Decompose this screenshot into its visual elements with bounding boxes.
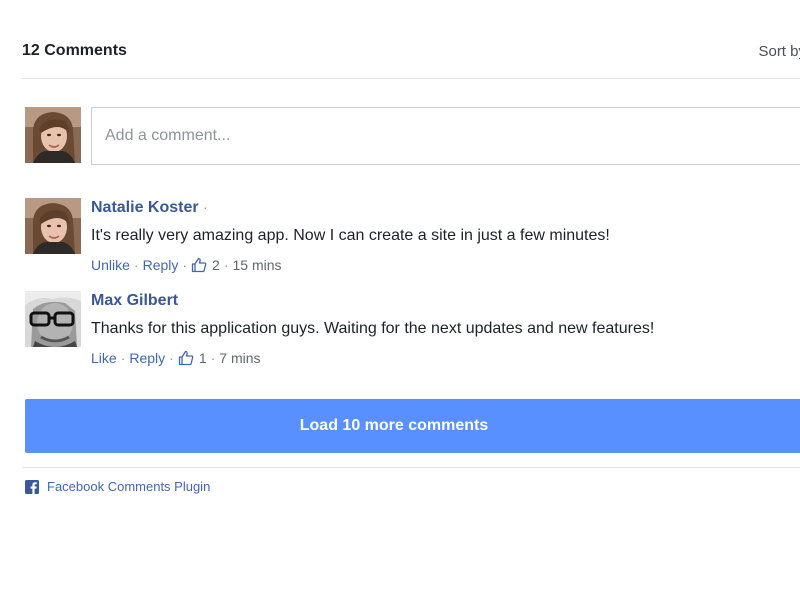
action-separator: · xyxy=(182,257,188,273)
divider xyxy=(22,467,800,468)
comment-actions: Like · Reply · 1 · 7 mins xyxy=(91,349,800,370)
comment-count: 12 Comments xyxy=(22,42,127,59)
action-separator: · xyxy=(223,257,229,273)
comment-text: It's really very amazing app. Now I can … xyxy=(91,227,610,244)
comment-text: Thanks for this application guys. Waitin… xyxy=(91,320,655,337)
comment-input[interactable] xyxy=(92,108,800,164)
load-more-button[interactable]: Load 10 more comments xyxy=(25,399,800,453)
thumbs-up-icon[interactable] xyxy=(178,350,194,370)
action-separator: · xyxy=(210,350,216,366)
sort-dropdown[interactable]: Sort by xyxy=(758,43,800,60)
divider xyxy=(22,78,800,79)
composer-avatar xyxy=(25,107,81,163)
plugin-footer[interactable]: Facebook Comments Plugin xyxy=(25,479,210,494)
comment-author[interactable]: Max Gilbert xyxy=(91,292,178,309)
reply-link[interactable]: Reply xyxy=(129,350,165,366)
plugin-footer-label[interactable]: Facebook Comments Plugin xyxy=(47,479,210,494)
action-separator: · xyxy=(169,350,174,366)
like-link[interactable]: Like xyxy=(91,350,117,366)
commenter-avatar[interactable] xyxy=(25,198,81,254)
action-separator: · xyxy=(120,350,126,366)
comment-composer[interactable] xyxy=(91,107,800,165)
comment-author[interactable]: Natalie Koster xyxy=(91,199,199,216)
comment-actions: Unlike · Reply · 2 · 15 mins xyxy=(91,256,800,277)
facebook-icon xyxy=(25,479,39,494)
thumbs-up-icon[interactable] xyxy=(191,257,207,277)
author-separator: · xyxy=(203,199,208,215)
commenter-avatar[interactable] xyxy=(25,291,81,347)
comment-time[interactable]: 15 mins xyxy=(233,257,282,273)
comment-time[interactable]: 7 mins xyxy=(219,350,260,366)
comments-header: 12 Comments Sort by xyxy=(22,36,800,66)
unlike-link[interactable]: Unlike xyxy=(91,257,130,273)
like-count: 1 xyxy=(198,350,207,366)
action-separator: · xyxy=(133,257,139,273)
like-count: 2 xyxy=(212,257,220,273)
reply-link[interactable]: Reply xyxy=(143,257,179,273)
